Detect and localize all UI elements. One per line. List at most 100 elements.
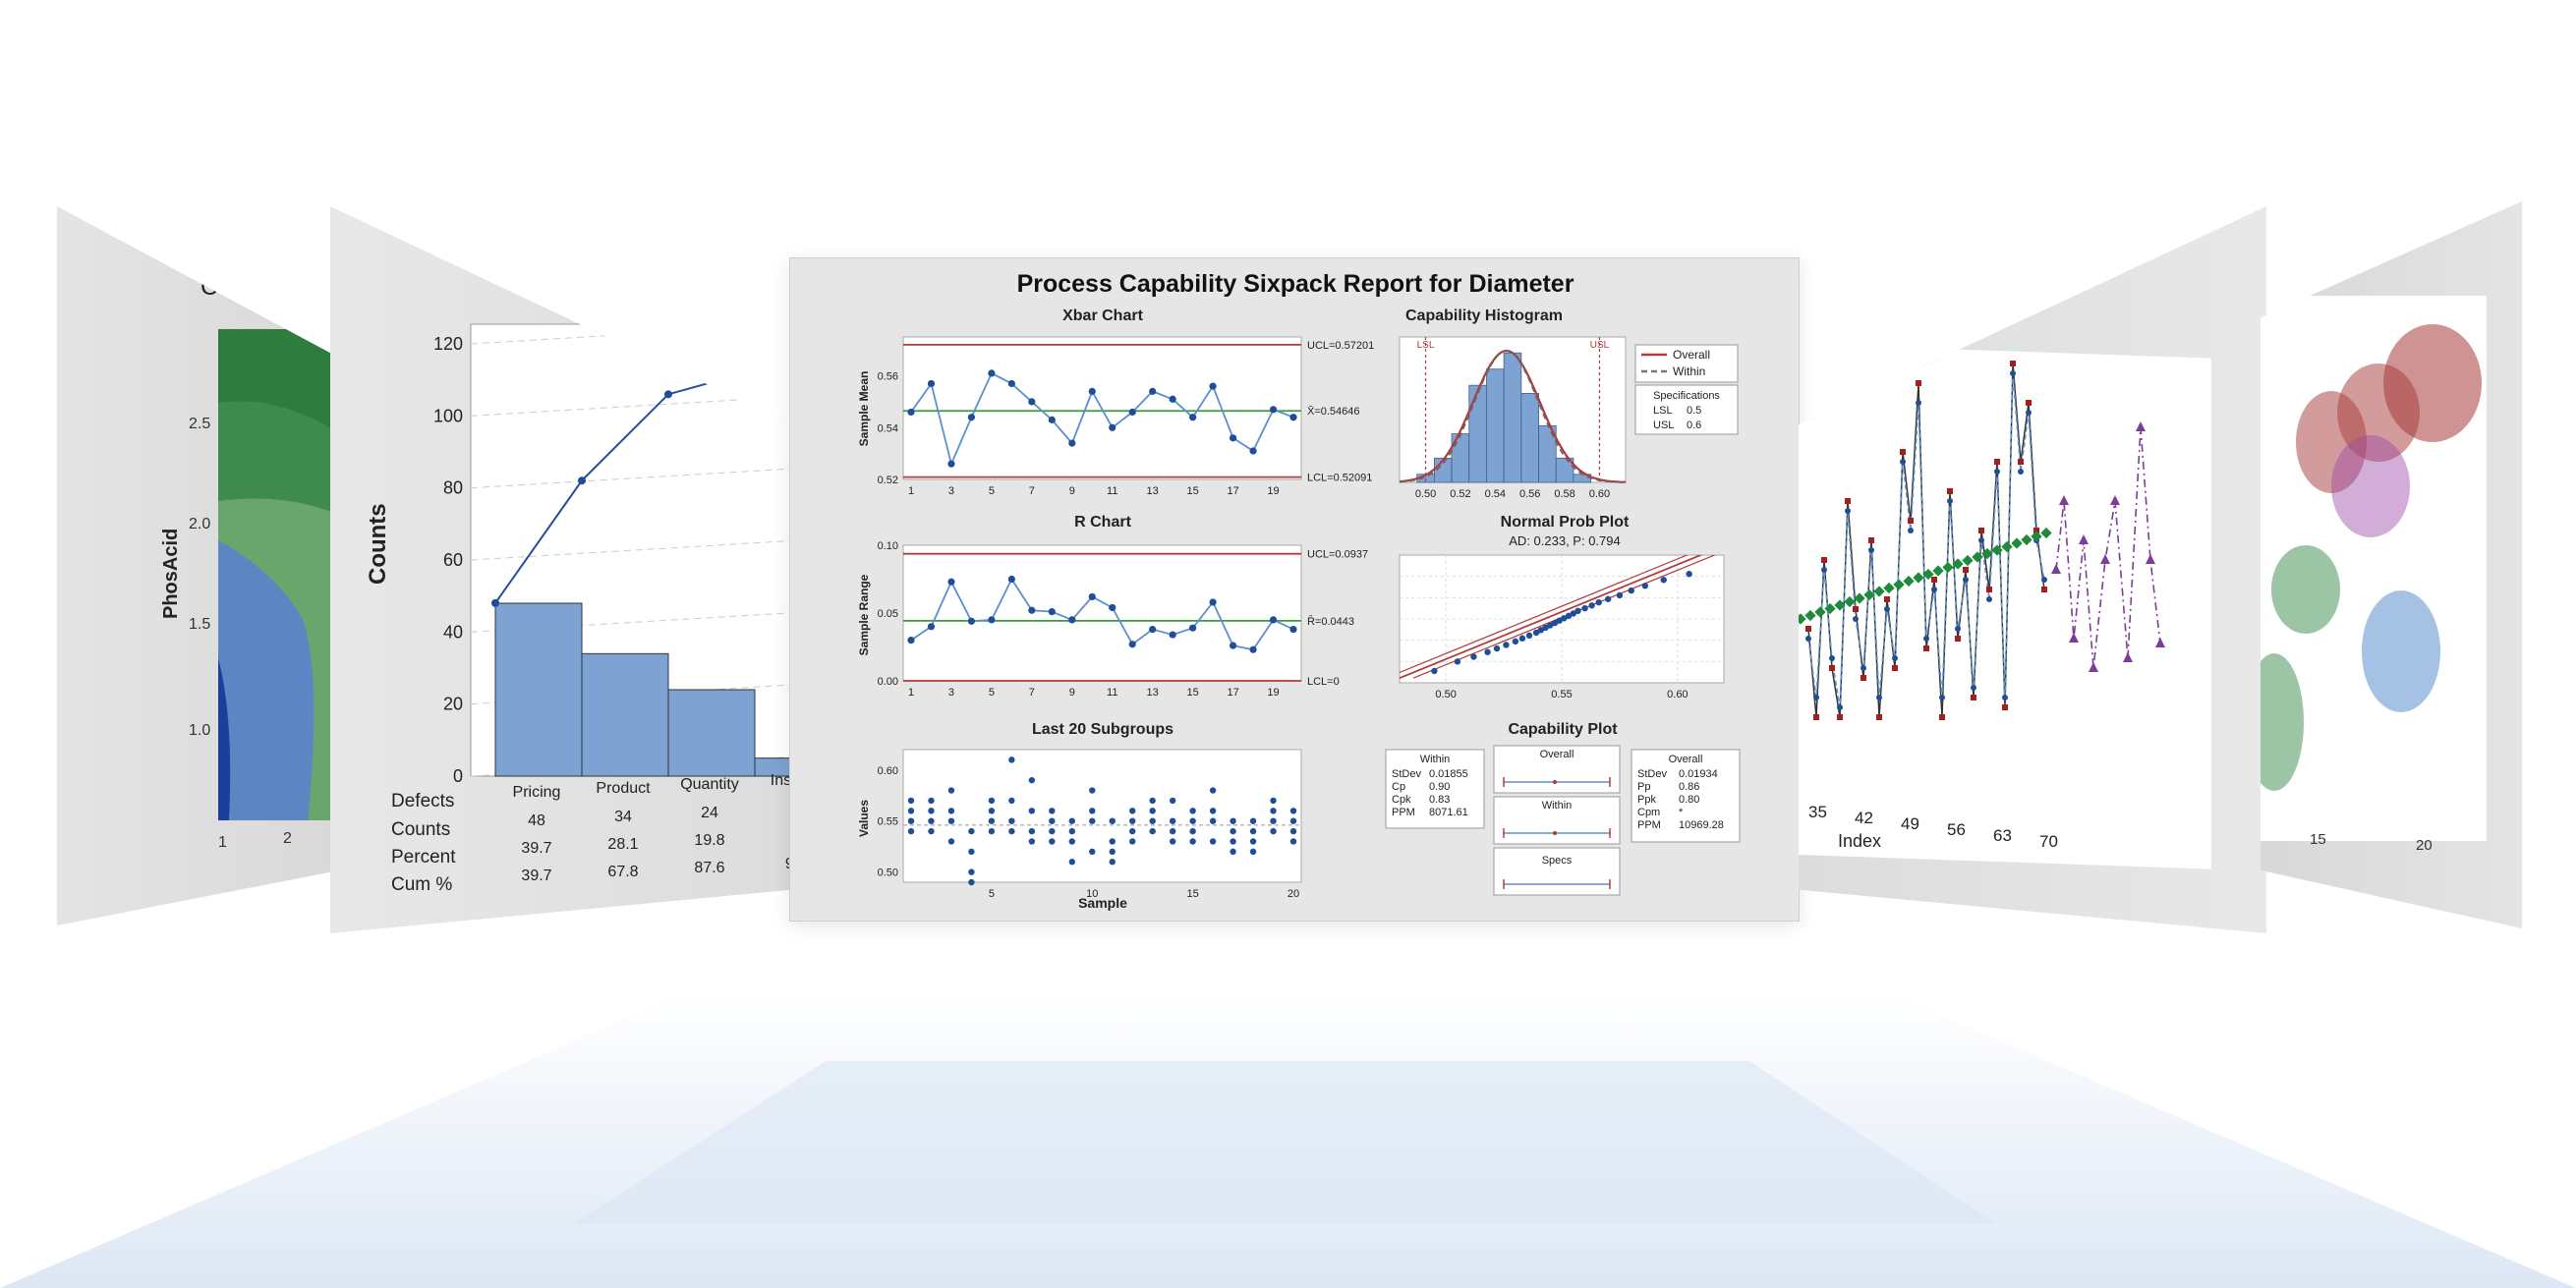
- histogram-plot: LSL USL 0.50 0.52 0.54 0.56 0.58 0.60: [1399, 336, 1627, 500]
- fit-point: [1821, 567, 1827, 573]
- spec-usl-label: USL: [1653, 420, 1674, 431]
- lcl-label: LCL=0: [1307, 676, 1340, 688]
- data-point: [1209, 808, 1217, 814]
- bubble-xtick-0: 15: [2310, 831, 2326, 848]
- data-point: [1525, 632, 1533, 640]
- decomp-plot-bg: [1799, 344, 2211, 869]
- sixpack-report-panel[interactable]: Process Capability Sixpack Report for Di…: [789, 257, 1800, 922]
- data-point: [1049, 817, 1056, 824]
- data-point: [1289, 817, 1297, 824]
- data-point: [1189, 827, 1196, 835]
- pareto-bar: [581, 652, 669, 777]
- data-point: [1109, 817, 1116, 824]
- fit-point: [1955, 626, 1961, 632]
- x-tick-label: 11: [1107, 687, 1117, 699]
- data-point: [1209, 382, 1217, 390]
- actual-point: [1978, 528, 1984, 533]
- y-tick-label: 100: [433, 406, 463, 425]
- x-tick-label: 13: [1147, 687, 1159, 699]
- fit-point: [1908, 528, 1914, 533]
- actual-point: [2041, 587, 2047, 592]
- actual-point: [1845, 498, 1851, 504]
- actual-point: [1837, 714, 1843, 720]
- data-point: [1028, 827, 1036, 835]
- contour-ytick-1: 1.5: [189, 616, 210, 633]
- cumulative-point: [491, 598, 499, 607]
- ucl-label: UCL=0.0937: [1307, 549, 1368, 561]
- data-point: [1049, 838, 1056, 845]
- within-stat-label: StDev: [1392, 768, 1421, 780]
- data-point: [1270, 808, 1277, 814]
- data-point: [947, 838, 955, 845]
- within-stats-box: Within StDev 0.01855 Cp 0.90 Cpk 0.83 PPM 8071.…: [1385, 749, 1485, 829]
- x-tick-label: 1: [908, 687, 914, 699]
- fit-point: [1900, 459, 1906, 465]
- data-point: [988, 369, 996, 377]
- data-point: [1028, 776, 1036, 784]
- data-point: [1128, 408, 1136, 417]
- actual-point: [1908, 518, 1914, 524]
- actual-point: [1963, 567, 1969, 573]
- actual-point: [1955, 636, 1961, 642]
- data-point: [1604, 595, 1612, 602]
- overall-stat-label: Ppk: [1637, 794, 1656, 806]
- data-point: [927, 623, 936, 631]
- fit-point: [1813, 695, 1819, 700]
- x-tick-label: 10: [1086, 888, 1098, 900]
- spec-usl-value: 0.6: [1687, 420, 1701, 431]
- data-point: [1270, 827, 1277, 835]
- data-point: [1149, 808, 1156, 814]
- data-point: [1008, 756, 1015, 763]
- x-tick-label: 0.50: [1435, 689, 1456, 700]
- data-point: [1189, 624, 1197, 632]
- within-stat-value: 8071.61: [1429, 807, 1468, 818]
- bubble-plot-panel[interactable]: x 15 20: [2261, 201, 2522, 928]
- fit-point: [1971, 685, 1976, 691]
- data-point: [1189, 838, 1196, 845]
- data-point: [1089, 848, 1096, 856]
- data-point: [1089, 808, 1096, 814]
- data-point: [1616, 591, 1624, 599]
- decomp-x-tick: 35: [1808, 803, 1827, 821]
- data-point: [1149, 817, 1156, 824]
- ucl-label: UCL=0.57201: [1307, 340, 1374, 352]
- x-tick-label: 17: [1227, 687, 1238, 699]
- actual-point: [1884, 596, 1890, 602]
- data-point: [1068, 859, 1075, 866]
- x-tick-label: 15: [1187, 888, 1199, 900]
- data-point: [1008, 817, 1015, 824]
- data-point: [1229, 434, 1237, 442]
- pareto-col-defect: Product: [596, 780, 651, 797]
- contour-ylabel: PhosAcid: [160, 529, 182, 619]
- y-tick-label: 0.50: [878, 868, 898, 879]
- cumulative-point: [578, 476, 586, 485]
- data-point: [1249, 827, 1257, 835]
- actual-point: [1994, 459, 2000, 465]
- contour-xtick-0: 1: [218, 834, 227, 851]
- data-point: [1007, 379, 1015, 388]
- data-point: [1028, 808, 1036, 814]
- x-tick-label: 0.60: [1589, 488, 1610, 500]
- fit-point: [2041, 577, 2047, 583]
- actual-point: [1868, 537, 1874, 543]
- data-point: [1149, 797, 1156, 805]
- center-label: X̄=0.54646: [1307, 406, 1360, 419]
- actual-point: [1916, 380, 1921, 386]
- data-point: [1249, 848, 1257, 856]
- data-point: [1068, 827, 1075, 835]
- y-tick-label: 20: [443, 695, 463, 714]
- fit-point: [1931, 587, 1937, 592]
- data-point: [1008, 827, 1015, 835]
- x-tick-label: 17: [1227, 485, 1238, 497]
- data-point: [1109, 603, 1116, 612]
- data-point: [1149, 827, 1156, 835]
- y-tick-label: 0.00: [878, 676, 898, 688]
- fit-point: [1986, 596, 1992, 602]
- bubble-xtick-1: 20: [2416, 837, 2433, 854]
- data-point: [1089, 787, 1096, 794]
- fit-point: [1916, 400, 1921, 406]
- fit-point: [1884, 606, 1890, 612]
- spec-lsl-value: 0.5: [1687, 405, 1701, 417]
- data-point: [1454, 658, 1461, 665]
- xbar-title: Xbar Chart: [1062, 308, 1143, 324]
